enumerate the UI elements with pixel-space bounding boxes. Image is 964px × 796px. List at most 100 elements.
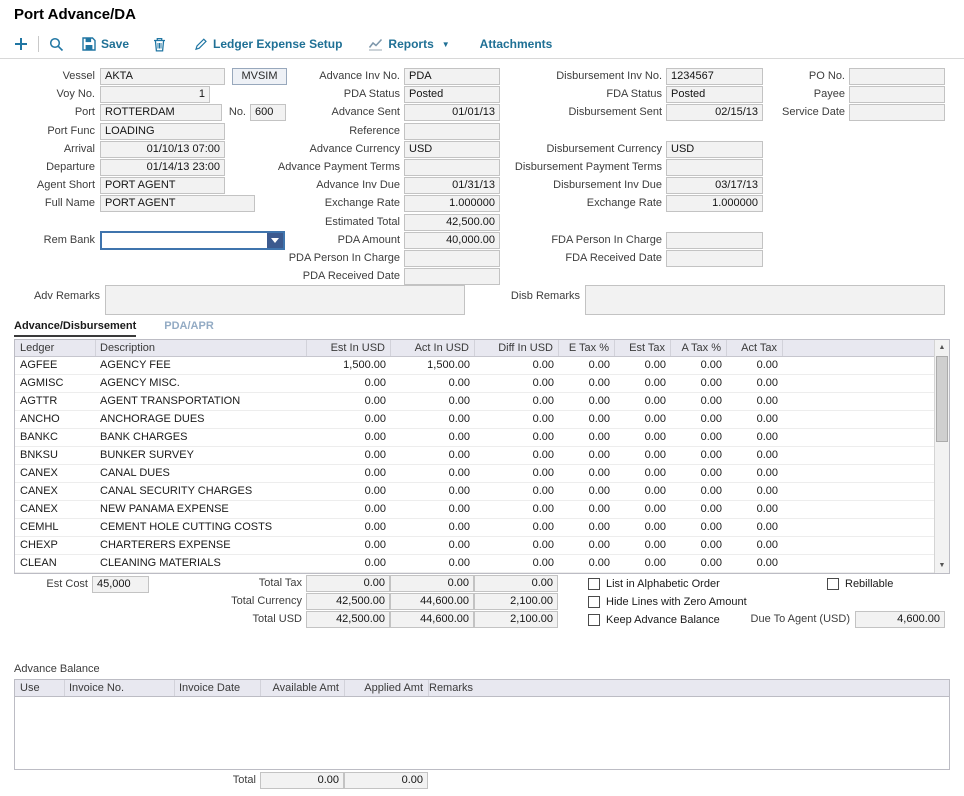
list-in-alphabetic-order-checkbox[interactable]: List in Alphabetic Order bbox=[588, 577, 720, 591]
advance-balance-table-body[interactable] bbox=[14, 697, 950, 770]
total-usd-diff-field: 2,100.00 bbox=[474, 611, 558, 628]
chart-icon bbox=[368, 38, 383, 51]
exchange-rate-field[interactable]: 1.000000 bbox=[404, 195, 500, 212]
column-header-act-tax[interactable]: Act Tax bbox=[727, 340, 783, 356]
table-row[interactable]: CANEX CANAL DUES 0.00 0.00 0.00 0.00 0.0… bbox=[15, 465, 934, 483]
port-func-field[interactable]: LOADING bbox=[100, 123, 225, 140]
po-no-field[interactable] bbox=[849, 68, 945, 85]
disbursement-sent-field[interactable]: 02/15/13 bbox=[666, 104, 763, 121]
est-in-usd-cell: 0.00 bbox=[307, 411, 391, 428]
e-tax-cell: 0.00 bbox=[559, 447, 615, 464]
advance-inv-due-label: Advance Inv Due bbox=[230, 177, 400, 194]
scroll-down-arrow-icon[interactable]: ▼ bbox=[935, 558, 949, 573]
pda-person-in-charge-field[interactable] bbox=[404, 250, 500, 267]
table-row[interactable]: CHEXP CHARTERERS EXPENSE 0.00 0.00 0.00 … bbox=[15, 537, 934, 555]
a-tax-cell: 0.00 bbox=[671, 465, 727, 482]
tab-pda-apr[interactable]: PDA/APR bbox=[164, 320, 214, 337]
ledger-expense-setup-button[interactable]: Ledger Expense Setup bbox=[194, 37, 342, 51]
fda-status-field[interactable]: Posted bbox=[666, 86, 763, 103]
fda-person-in-charge-field[interactable] bbox=[666, 232, 763, 249]
hide-lines-with-zero-amount-checkbox[interactable]: Hide Lines with Zero Amount bbox=[588, 595, 747, 609]
port-advance-da-window: Port Advance/DA Save Ledger Expense Setu… bbox=[0, 0, 964, 796]
tab-advance-disbursement[interactable]: Advance/Disbursement bbox=[14, 320, 136, 337]
disbursement-payment-terms-field[interactable] bbox=[666, 159, 763, 176]
est-in-usd-cell: 0.00 bbox=[307, 483, 391, 500]
total-tax-label: Total Tax bbox=[150, 575, 302, 592]
payee-field[interactable] bbox=[849, 86, 945, 103]
reference-field[interactable] bbox=[404, 123, 500, 140]
column-header-ledger[interactable]: Ledger bbox=[15, 340, 96, 356]
table-row[interactable]: CLEAN CLEANING MATERIALS 0.00 0.00 0.00 … bbox=[15, 555, 934, 573]
column-header-invoice-no[interactable]: Invoice No. bbox=[65, 680, 175, 696]
table-row[interactable]: CEMHL CEMENT HOLE CUTTING COSTS 0.00 0.0… bbox=[15, 519, 934, 537]
table-row[interactable]: AGTTR AGENT TRANSPORTATION 0.00 0.00 0.0… bbox=[15, 393, 934, 411]
column-header-applied-amt[interactable]: Applied Amt bbox=[345, 680, 429, 696]
column-header-available-amt[interactable]: Available Amt bbox=[261, 680, 345, 696]
reports-button[interactable]: Reports ▼ bbox=[368, 37, 449, 51]
attachments-button[interactable]: Attachments bbox=[480, 37, 553, 51]
column-header-use[interactable]: Use bbox=[15, 680, 65, 696]
adv-remarks-field[interactable] bbox=[105, 285, 465, 315]
est-cost-field[interactable]: 45,000 bbox=[92, 576, 149, 593]
table-row[interactable]: CANEX NEW PANAMA EXPENSE 0.00 0.00 0.00 … bbox=[15, 501, 934, 519]
column-header-a-tax[interactable]: A Tax % bbox=[671, 340, 727, 356]
search-button[interactable] bbox=[49, 37, 64, 52]
a-tax-cell: 0.00 bbox=[671, 375, 727, 392]
service-date-field[interactable] bbox=[849, 104, 945, 121]
vertical-scrollbar[interactable]: ▲ ▼ bbox=[934, 340, 949, 573]
pda-status-field[interactable]: Posted bbox=[404, 86, 500, 103]
est-tax-cell: 0.00 bbox=[615, 501, 671, 518]
advance-sent-field[interactable]: 01/01/13 bbox=[404, 104, 500, 121]
disbursement-currency-field[interactable]: USD bbox=[666, 141, 763, 158]
keep-advance-balance-checkbox[interactable]: Keep Advance Balance bbox=[588, 613, 720, 627]
table-row[interactable]: AGFEE AGENCY FEE 1,500.00 1,500.00 0.00 … bbox=[15, 357, 934, 375]
table-row[interactable]: AGMISC AGENCY MISC. 0.00 0.00 0.00 0.00 … bbox=[15, 375, 934, 393]
table-row[interactable]: ANCHO ANCHORAGE DUES 0.00 0.00 0.00 0.00… bbox=[15, 411, 934, 429]
advance-payment-terms-field[interactable] bbox=[404, 159, 500, 176]
pda-amount-field[interactable]: 40,000.00 bbox=[404, 232, 500, 249]
disbursement-inv-due-field[interactable]: 03/17/13 bbox=[666, 177, 763, 194]
rebillable-checkbox[interactable]: Rebillable bbox=[827, 577, 893, 591]
column-header-est-tax[interactable]: Est Tax bbox=[615, 340, 671, 356]
port-field[interactable]: ROTTERDAM bbox=[100, 104, 222, 121]
act-tax-cell: 0.00 bbox=[727, 465, 783, 482]
advance-currency-field[interactable]: USD bbox=[404, 141, 500, 158]
est-tax-cell: 0.00 bbox=[615, 537, 671, 554]
description-cell: CHARTERERS EXPENSE bbox=[96, 537, 307, 554]
voy-no-field[interactable]: 1 bbox=[100, 86, 210, 103]
act-tax-cell: 0.00 bbox=[727, 357, 783, 374]
fda-received-date-field[interactable] bbox=[666, 250, 763, 267]
column-header-description[interactable]: Description bbox=[96, 340, 307, 356]
checkbox-icon bbox=[827, 578, 839, 590]
scroll-up-arrow-icon[interactable]: ▲ bbox=[935, 340, 949, 355]
pda-received-date-field[interactable] bbox=[404, 268, 500, 285]
scrollbar-thumb[interactable] bbox=[936, 356, 948, 442]
column-header-invoice-date[interactable]: Invoice Date bbox=[175, 680, 261, 696]
departure-field[interactable]: 01/14/13 23:00 bbox=[100, 159, 225, 176]
vessel-field[interactable]: AKTA bbox=[100, 68, 225, 85]
disbursement-inv-no-field[interactable]: 1234567 bbox=[666, 68, 763, 85]
column-header-act-in-usd[interactable]: Act In USD bbox=[391, 340, 475, 356]
disb-exchange-rate-field[interactable]: 1.000000 bbox=[666, 195, 763, 212]
column-header-e-tax[interactable]: E Tax % bbox=[559, 340, 615, 356]
advance-inv-no-field[interactable]: PDA bbox=[404, 68, 500, 85]
ledger-table: Ledger Description Est In USD Act In USD… bbox=[14, 339, 950, 574]
arrival-field[interactable]: 01/10/13 07:00 bbox=[100, 141, 225, 158]
table-row[interactable]: CANEX CANAL SECURITY CHARGES 0.00 0.00 0… bbox=[15, 483, 934, 501]
vessel-label: Vessel bbox=[2, 68, 95, 85]
est-tax-cell: 0.00 bbox=[615, 375, 671, 392]
est-in-usd-cell: 0.00 bbox=[307, 519, 391, 536]
disb-remarks-field[interactable] bbox=[585, 285, 945, 315]
diff-in-usd-cell: 0.00 bbox=[475, 537, 559, 554]
table-row[interactable]: BANKC BANK CHARGES 0.00 0.00 0.00 0.00 0… bbox=[15, 429, 934, 447]
table-row[interactable]: BNKSU BUNKER SURVEY 0.00 0.00 0.00 0.00 … bbox=[15, 447, 934, 465]
delete-button[interactable] bbox=[153, 37, 166, 52]
column-header-est-in-usd[interactable]: Est In USD bbox=[307, 340, 391, 356]
save-button[interactable]: Save bbox=[82, 37, 129, 51]
ledger-expense-setup-label: Ledger Expense Setup bbox=[213, 37, 342, 51]
agent-short-field[interactable]: PORT AGENT bbox=[100, 177, 225, 194]
column-header-remarks[interactable]: Remarks bbox=[429, 680, 949, 696]
advance-inv-due-field[interactable]: 01/31/13 bbox=[404, 177, 500, 194]
add-button[interactable] bbox=[14, 37, 28, 51]
column-header-diff-in-usd[interactable]: Diff In USD bbox=[475, 340, 559, 356]
